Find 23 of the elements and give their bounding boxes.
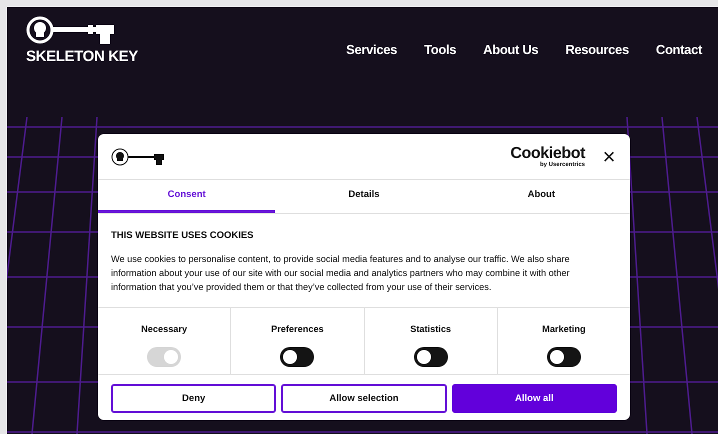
category-label: Marketing [542, 323, 586, 336]
nav-link[interactable]: About Us [483, 40, 538, 60]
category-label: Statistics [410, 323, 452, 336]
logo-text: SKELETON KEY [26, 49, 138, 64]
tab[interactable]: Consent [98, 180, 276, 213]
close-button[interactable]: × [601, 146, 617, 168]
tab[interactable]: Details [275, 180, 453, 213]
toggle-switch[interactable] [414, 347, 448, 368]
consent-button[interactable]: Deny [111, 384, 276, 414]
category-label: Preferences [271, 323, 324, 336]
nav-link[interactable]: Contact [656, 40, 702, 60]
skeleton-key-logo-icon [111, 148, 165, 166]
toggle-switch[interactable] [546, 347, 581, 368]
nav-link[interactable]: Services [346, 40, 398, 60]
consent-button[interactable]: Allow selection [281, 384, 447, 414]
nav-link[interactable]: Tools [424, 40, 456, 60]
consent-button[interactable]: Allow all [452, 384, 617, 414]
cookie-description: We use cookies to personalise content, to provide social media features and to analyse our traffic. We also share information about your use of our site with our social media and analytics partners who may combine it with other information that you’ve provided them or that they’ve collected from your use of their services. [111, 253, 571, 294]
category-label: Necessary [141, 323, 188, 336]
tab[interactable]: About [452, 180, 630, 213]
dialog-heading: THIS WEBSITE USES COOKIES [111, 229, 255, 243]
toggle-switch[interactable] [280, 347, 314, 368]
nav-link[interactable]: Resources [565, 40, 629, 60]
